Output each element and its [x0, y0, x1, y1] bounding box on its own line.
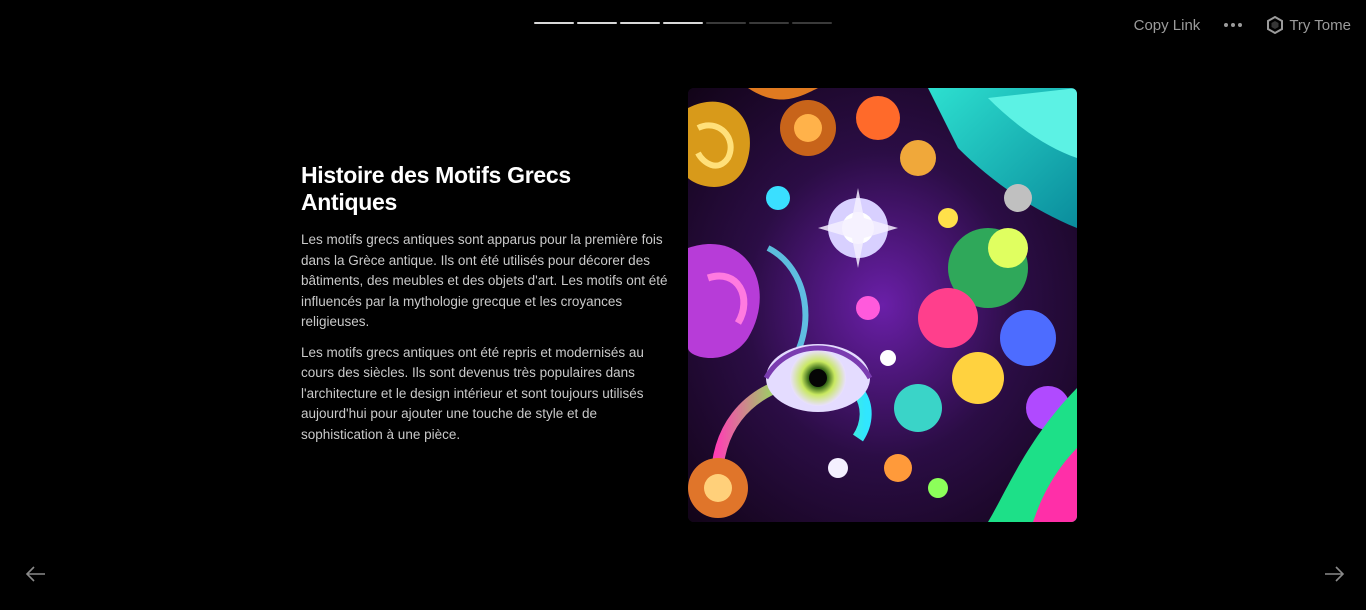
next-slide-button[interactable]	[1322, 562, 1346, 586]
slide-paragraph: Les motifs grecs antiques ont été repris…	[301, 344, 644, 442]
dot	[1224, 23, 1229, 27]
slide-title: Histoire des Motifs Grecs Antiques	[301, 162, 571, 215]
progress-segment[interactable]	[577, 22, 617, 24]
slide-image	[688, 88, 1077, 522]
psychedelic-artwork-image	[688, 88, 1077, 522]
arrow-left-icon	[25, 566, 45, 582]
dot	[1238, 23, 1243, 27]
more-options-icon[interactable]	[1224, 14, 1243, 36]
slide-paragraph: Les motifs grecs antiques sont apparus p…	[301, 232, 668, 329]
slide-text: Histoire des Motifs Grecs Antiques Les m…	[301, 162, 671, 455]
progress-segment[interactable]	[749, 22, 789, 24]
try-tome-label: Try Tome	[1289, 16, 1351, 34]
top-toolbar: Copy Link Try Tome	[1134, 14, 1351, 36]
slide-progress-bar	[534, 22, 832, 24]
progress-segment[interactable]	[620, 22, 660, 24]
dot	[1231, 23, 1236, 27]
arrow-right-icon	[1325, 566, 1345, 582]
copy-link-button[interactable]: Copy Link	[1134, 17, 1201, 34]
previous-slide-button[interactable]	[24, 562, 48, 586]
progress-segment[interactable]	[534, 22, 574, 24]
try-tome-button[interactable]: Try Tome	[1266, 16, 1351, 34]
progress-segment[interactable]	[706, 22, 746, 24]
tome-logo-icon	[1267, 16, 1284, 34]
progress-segment[interactable]	[792, 22, 832, 24]
progress-segment[interactable]	[663, 22, 703, 24]
presentation-page: Copy Link Try Tome Histoire des Motifs G…	[0, 0, 1366, 610]
